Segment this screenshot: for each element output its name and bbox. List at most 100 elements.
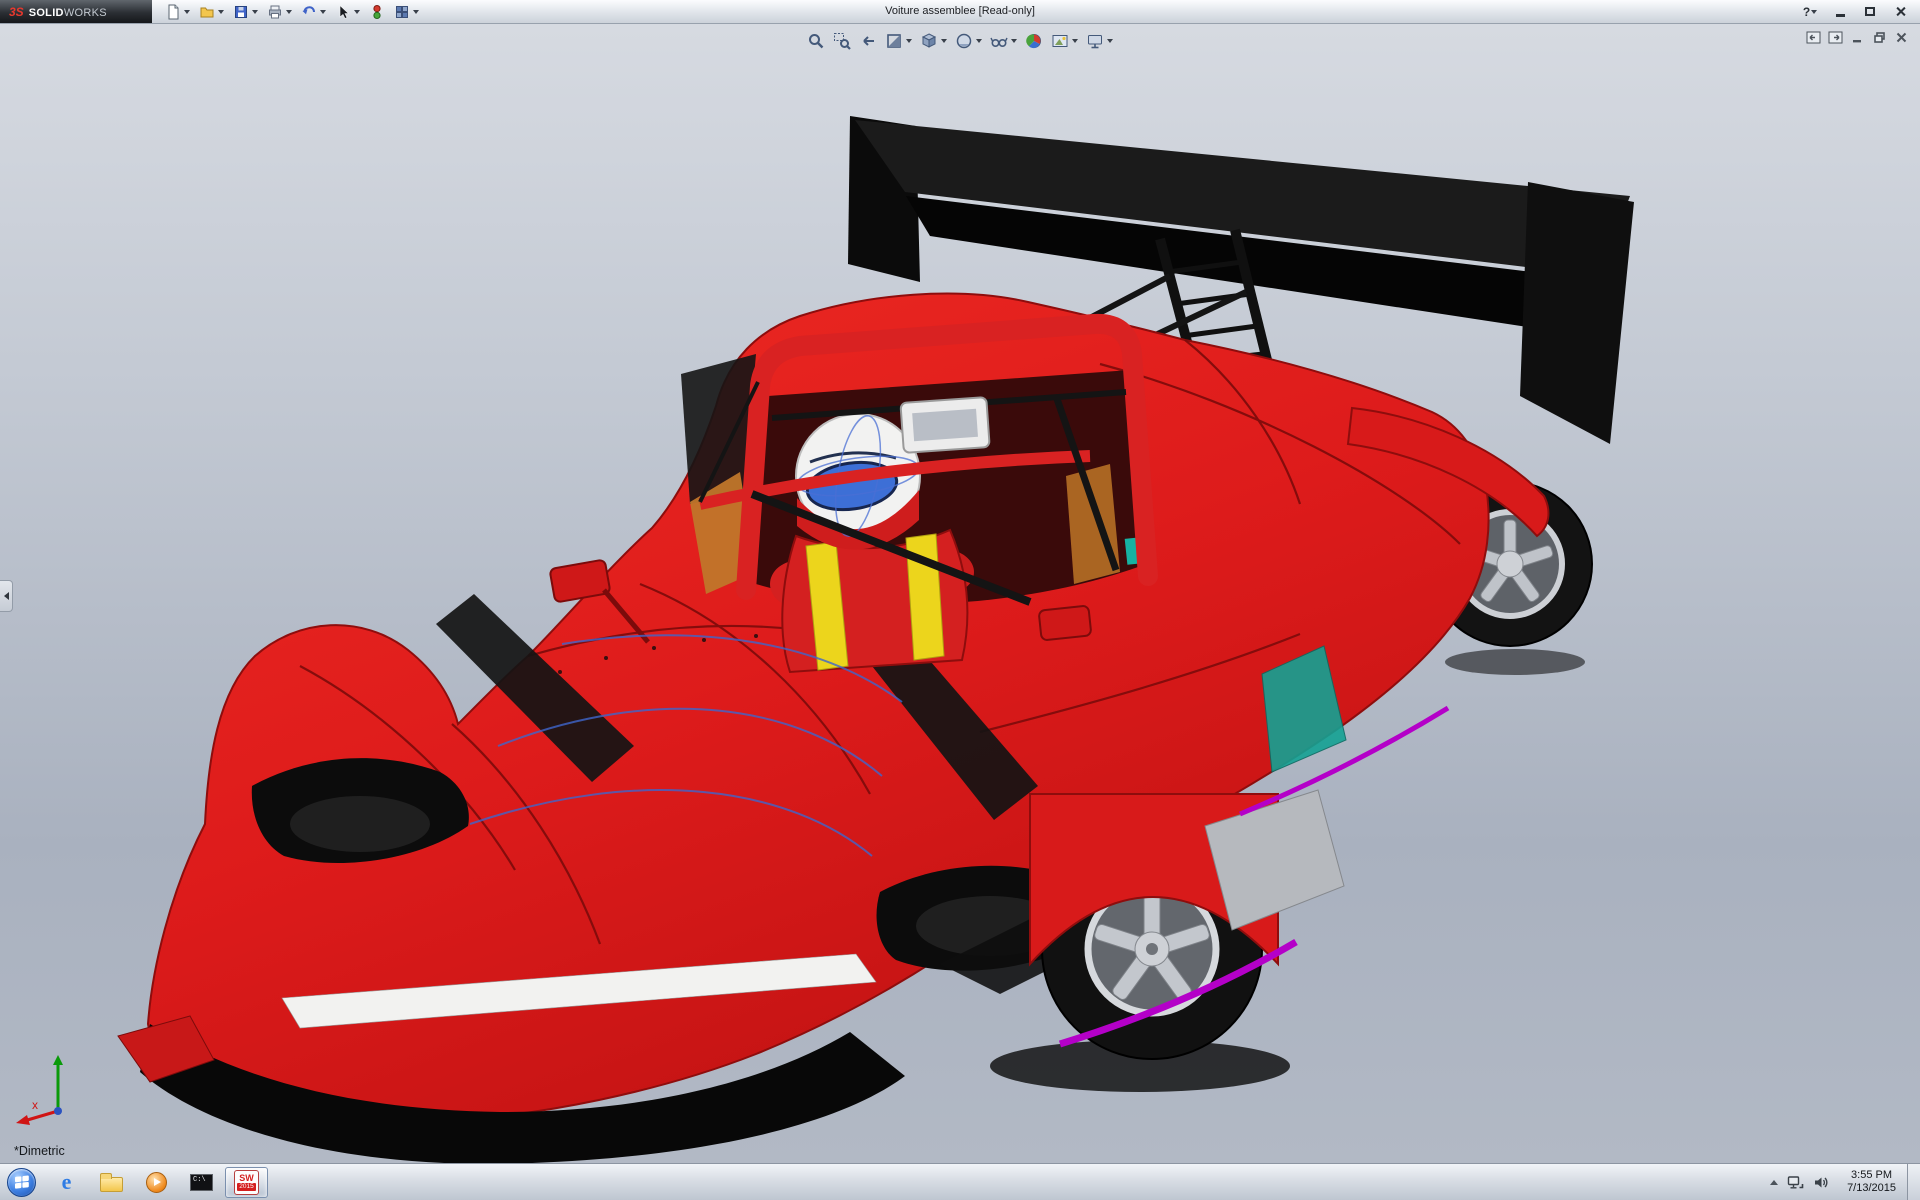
solidworks-window: 3S SOLIDWORKS Voiture assemblee [Read-on…: [0, 0, 1920, 1200]
display-style-icon: [956, 33, 972, 49]
help-dropdown-caret[interactable]: [1811, 9, 1818, 14]
windows-flag-icon: [14, 1175, 29, 1189]
taskbar-internet-explorer[interactable]: e: [45, 1167, 88, 1198]
taskbar-clock[interactable]: 3:55 PM 7/13/2015: [1838, 1169, 1905, 1196]
pane-left-button[interactable]: [1805, 30, 1822, 45]
x-axis-arrow: [16, 1115, 30, 1125]
3d-model-view[interactable]: [0, 24, 1920, 1163]
rearview-mirror[interactable]: [899, 396, 991, 454]
minimize-button[interactable]: [1830, 4, 1850, 20]
zoom-to-fit-button[interactable]: [805, 31, 827, 51]
graphics-area[interactable]: x *Dimetric: [0, 24, 1920, 1163]
view-orientation-button[interactable]: [918, 31, 949, 51]
edit-appearance-button[interactable]: [1023, 31, 1045, 51]
save-icon: [235, 5, 247, 18]
wheel-shadow: [1445, 649, 1585, 675]
help-button[interactable]: ?: [1800, 4, 1820, 20]
doc-restore-button[interactable]: [1871, 30, 1888, 45]
undo-dropdown-caret[interactable]: [320, 9, 326, 14]
undo-icon: [302, 5, 315, 14]
select-cursor-icon: [339, 4, 350, 19]
display-style-caret[interactable]: [976, 39, 982, 43]
open-dropdown-caret[interactable]: [218, 9, 224, 14]
print-button[interactable]: [264, 2, 295, 22]
save-dropdown-caret[interactable]: [252, 9, 258, 14]
doc-minimize-button[interactable]: [1849, 30, 1866, 45]
open-button[interactable]: [196, 2, 227, 22]
hide-show-items-button[interactable]: [988, 31, 1019, 51]
apply-scene-button[interactable]: [1049, 31, 1080, 51]
taskbar-file-explorer[interactable]: [90, 1167, 133, 1198]
apply-scene-icon: [1052, 35, 1068, 47]
options-dropdown-caret[interactable]: [413, 9, 419, 14]
view-orientation-caret[interactable]: [941, 39, 947, 43]
taskbar-command-prompt[interactable]: C:\: [180, 1167, 223, 1198]
save-button[interactable]: [230, 2, 261, 22]
minimize-icon: [1835, 14, 1845, 17]
select-button[interactable]: [332, 2, 363, 22]
help-icon: ?: [1802, 4, 1811, 19]
solidworks-icon: SW 2015: [234, 1169, 259, 1195]
panel-expand-tab[interactable]: [0, 580, 13, 612]
x-axis-label: x: [32, 1098, 38, 1112]
new-document-button[interactable]: [162, 2, 193, 22]
options-button[interactable]: [391, 2, 422, 22]
open-icon: [200, 7, 214, 17]
show-desktop-button[interactable]: [1907, 1163, 1920, 1200]
section-view-button[interactable]: [883, 31, 914, 51]
reference-triad: x: [16, 1055, 63, 1125]
undo-button[interactable]: [298, 2, 329, 22]
hidden-icons-button[interactable]: [1770, 1179, 1779, 1185]
rebuild-button[interactable]: [366, 2, 388, 22]
view-settings-button[interactable]: [1084, 31, 1115, 51]
zoom-to-fit-icon: [809, 34, 824, 49]
apply-scene-caret[interactable]: [1072, 39, 1078, 43]
maximize-button[interactable]: [1860, 4, 1880, 20]
display-style-button[interactable]: [953, 31, 984, 51]
view-orientation-icon: [921, 33, 937, 48]
panel-expand-arrow-icon: [3, 592, 9, 600]
window-controls: ?: [1800, 4, 1920, 20]
main-toolbar: [152, 2, 422, 22]
taskbar: e C:\ SW 2015 3:55 PM 7/13/2015: [0, 1163, 1920, 1200]
internet-explorer-icon: e: [61, 1169, 72, 1194]
clock-date: 7/13/2015: [1847, 1182, 1896, 1194]
side-mirror-right[interactable]: [1038, 605, 1092, 641]
previous-view-button[interactable]: [857, 31, 879, 51]
new-dropdown-caret[interactable]: [184, 9, 190, 14]
close-icon: [1895, 6, 1906, 17]
network-icon[interactable]: [1787, 1175, 1804, 1190]
command-prompt-icon: C:\: [190, 1173, 213, 1191]
print-dropdown-caret[interactable]: [286, 9, 292, 14]
previous-view-icon: [863, 36, 874, 46]
edit-appearance-icon: [1026, 34, 1041, 49]
section-view-caret[interactable]: [906, 39, 912, 43]
taskbar-media-player[interactable]: [135, 1167, 178, 1198]
solidworks-icon-text: SW: [239, 1173, 254, 1183]
hide-show-items-caret[interactable]: [1011, 39, 1017, 43]
view-settings-caret[interactable]: [1107, 39, 1113, 43]
heads-up-view-toolbar: [805, 31, 1115, 51]
z-axis-dot: [54, 1107, 62, 1115]
zoom-to-area-button[interactable]: [831, 31, 853, 51]
maximize-icon: [1865, 7, 1875, 16]
media-player-icon: [146, 1171, 167, 1193]
doc-minimize-icon: [1853, 40, 1861, 43]
pane-right-button[interactable]: [1827, 30, 1844, 45]
rebuild-icon: [373, 4, 381, 19]
section-view-icon: [887, 34, 901, 48]
brand-text-bold: SOLID: [28, 6, 64, 19]
close-button[interactable]: [1890, 4, 1910, 20]
pane-right-icon: [1828, 31, 1843, 44]
volume-icon[interactable]: [1813, 1175, 1829, 1190]
brand-text-light: WORKS: [63, 6, 107, 19]
solidworks-brand: 3S SOLIDWORKS: [0, 0, 152, 23]
y-axis-arrow: [53, 1055, 63, 1065]
start-button[interactable]: [7, 1167, 36, 1197]
taskbar-solidworks-2015[interactable]: SW 2015: [225, 1166, 268, 1198]
folder-icon: [100, 1172, 123, 1192]
dassault-logo-icon: 3S: [9, 4, 24, 19]
doc-close-button[interactable]: [1893, 30, 1910, 45]
select-dropdown-caret[interactable]: [354, 9, 360, 14]
titlebar: 3S SOLIDWORKS Voiture assemblee [Read-on…: [0, 0, 1920, 24]
